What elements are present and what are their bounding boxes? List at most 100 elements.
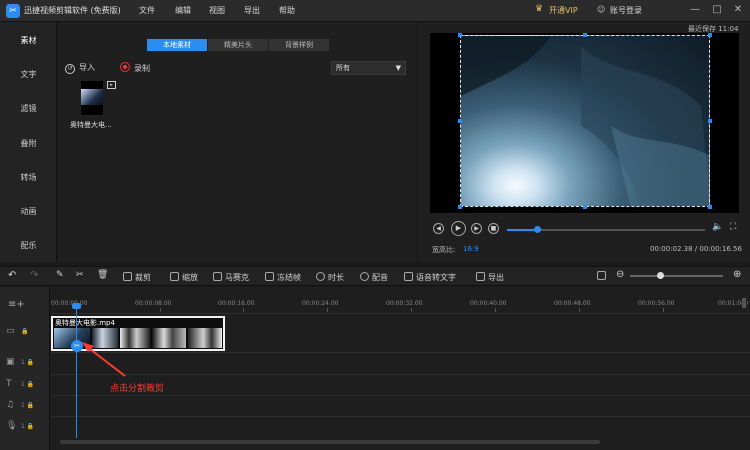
tool-duration[interactable]: 时长: [316, 272, 344, 283]
voice-track-controls[interactable]: 1 🔒: [21, 423, 34, 430]
volume-icon[interactable]: 🔈: [712, 222, 723, 232]
sidebar-item-material[interactable]: 素材: [0, 35, 57, 46]
menu-file[interactable]: 文件: [139, 5, 155, 16]
tool-zoom-label: 缩放: [182, 273, 198, 282]
text-track-controls[interactable]: 1 🔒: [21, 381, 34, 388]
timeline-horizontal-scrollbar[interactable]: [60, 440, 600, 444]
resize-handle[interactable]: [708, 205, 712, 209]
zoom-out-icon[interactable]: ⊖: [616, 269, 624, 280]
timeline-tick: [160, 308, 161, 312]
tool-export[interactable]: 导出: [476, 272, 504, 283]
microphone-icon: [360, 272, 369, 281]
timeline-zoom-slider[interactable]: [630, 275, 723, 277]
menu-help[interactable]: 帮助: [279, 5, 295, 16]
mosaic-icon: [213, 272, 222, 281]
track-divider: [51, 313, 750, 314]
callout-arrow: [82, 342, 126, 377]
import-button[interactable]: ↺ 导入: [65, 62, 95, 74]
clip-frame: [188, 328, 222, 348]
tab-intro-templates[interactable]: 精美片头: [208, 39, 268, 51]
maximize-button[interactable]: □: [710, 3, 724, 17]
video-preview-frame[interactable]: [460, 35, 710, 207]
video-frame-art: [461, 36, 709, 206]
resize-handle[interactable]: [458, 205, 462, 209]
playback-progress-fill: [507, 229, 537, 231]
record-label: 录制: [134, 64, 150, 73]
timeline-tick-label: 00:00:08.00: [135, 300, 172, 307]
sidebar-item-overlay[interactable]: 叠附: [0, 138, 57, 149]
tab-background-samples[interactable]: 背景样例: [269, 39, 329, 51]
app-title: 迅捷视频剪辑软件 (免费版): [24, 6, 121, 15]
playhead-handle[interactable]: [72, 303, 81, 309]
sidebar-item-transition[interactable]: 转场: [0, 172, 57, 183]
playback-timecode: 00:00:02.38 / 00:00:16.56: [650, 245, 742, 253]
timeline-tick-label: 00:00:32.00: [386, 300, 423, 307]
tool-crop[interactable]: 裁剪: [123, 272, 151, 283]
vip-button[interactable]: 开通VIP: [549, 5, 578, 16]
menu-view[interactable]: 视图: [209, 5, 225, 16]
sidebar-item-animation[interactable]: 动画: [0, 206, 57, 217]
close-button[interactable]: ✕: [731, 3, 745, 17]
timeline-tick-label: 00:00:56.00: [638, 300, 675, 307]
resize-handle[interactable]: [583, 205, 587, 209]
vip-crown-icon: ♛: [535, 4, 544, 14]
resize-handle[interactable]: [708, 119, 712, 123]
edit-icon[interactable]: ✎: [56, 270, 64, 280]
tool-mosaic-label: 马赛克: [225, 273, 249, 282]
timeline-tick-label: 00:00:16.00: [218, 300, 255, 307]
timeline-tick-label: 00:00:40.00: [470, 300, 507, 307]
sidebar-item-text[interactable]: 文字: [0, 69, 57, 80]
tab-local-media[interactable]: 本地素材: [147, 39, 207, 51]
playhead[interactable]: [76, 306, 77, 438]
voice-track-icon: 🎙: [6, 421, 18, 431]
login-button[interactable]: 账号登录: [610, 5, 642, 16]
minimize-button[interactable]: —: [688, 3, 702, 17]
next-frame-button[interactable]: ▶: [471, 223, 482, 234]
media-filter-select[interactable]: 所有 ▼: [331, 61, 406, 75]
timeline-tick: [243, 308, 244, 312]
playback-progress-knob[interactable]: [534, 226, 541, 233]
video-track-lock-icon[interactable]: 🔒: [21, 328, 28, 335]
timeline-tick: [495, 308, 496, 312]
split-scissors-icon[interactable]: ✂: [76, 270, 84, 280]
timeline-tick-label: 00:00:24.00: [302, 300, 339, 307]
tool-voiceover[interactable]: 配音: [360, 272, 388, 283]
tool-zoom[interactable]: 缩放: [170, 272, 198, 283]
music-track-icon: ♫: [6, 400, 15, 410]
previous-frame-button[interactable]: ◀: [433, 223, 444, 234]
delete-icon[interactable]: 🗑: [97, 270, 108, 280]
add-track-icon[interactable]: ≡+: [8, 299, 25, 310]
fit-timeline-icon[interactable]: [597, 271, 606, 281]
tool-freeze-frame[interactable]: 冻结帧: [265, 272, 301, 283]
record-button[interactable]: 录制: [120, 62, 150, 74]
clock-icon: [316, 272, 325, 281]
track-divider: [51, 374, 750, 375]
menu-export[interactable]: 导出: [244, 5, 260, 16]
clip-frame: [152, 328, 186, 348]
sidebar-item-filter[interactable]: 滤镜: [0, 103, 57, 114]
sidebar-item-music[interactable]: 配乐: [0, 240, 57, 251]
zoom-in-icon[interactable]: ⊕: [733, 269, 741, 280]
resize-handle[interactable]: [583, 33, 587, 37]
redo-icon[interactable]: ↷: [30, 270, 38, 281]
fullscreen-icon[interactable]: ⛶: [730, 222, 736, 232]
menu-edit[interactable]: 编辑: [175, 5, 191, 16]
timeline-tick: [327, 308, 328, 312]
play-button[interactable]: ▶: [451, 221, 466, 236]
resize-handle[interactable]: [458, 33, 462, 37]
track-divider: [51, 352, 750, 353]
tool-crop-label: 裁剪: [135, 273, 151, 282]
aspect-ratio-label: 宽高比:: [432, 246, 456, 254]
overlay-track-controls[interactable]: 1 🔒: [21, 359, 34, 366]
tool-mosaic[interactable]: 马赛克: [213, 272, 249, 283]
aspect-ratio-value[interactable]: 16:9: [463, 245, 479, 253]
resize-handle[interactable]: [458, 119, 462, 123]
video-track-icon: ▭: [6, 326, 15, 336]
timeline-vertical-scrollbar[interactable]: [742, 298, 746, 308]
timeline-zoom-knob[interactable]: [657, 272, 664, 279]
tool-speech-to-text[interactable]: 语音转文字: [404, 272, 456, 283]
stop-button[interactable]: ■: [488, 223, 499, 234]
resize-handle[interactable]: [708, 33, 712, 37]
music-track-controls[interactable]: 1 🔒: [21, 402, 34, 409]
undo-icon[interactable]: ↶: [8, 270, 16, 281]
